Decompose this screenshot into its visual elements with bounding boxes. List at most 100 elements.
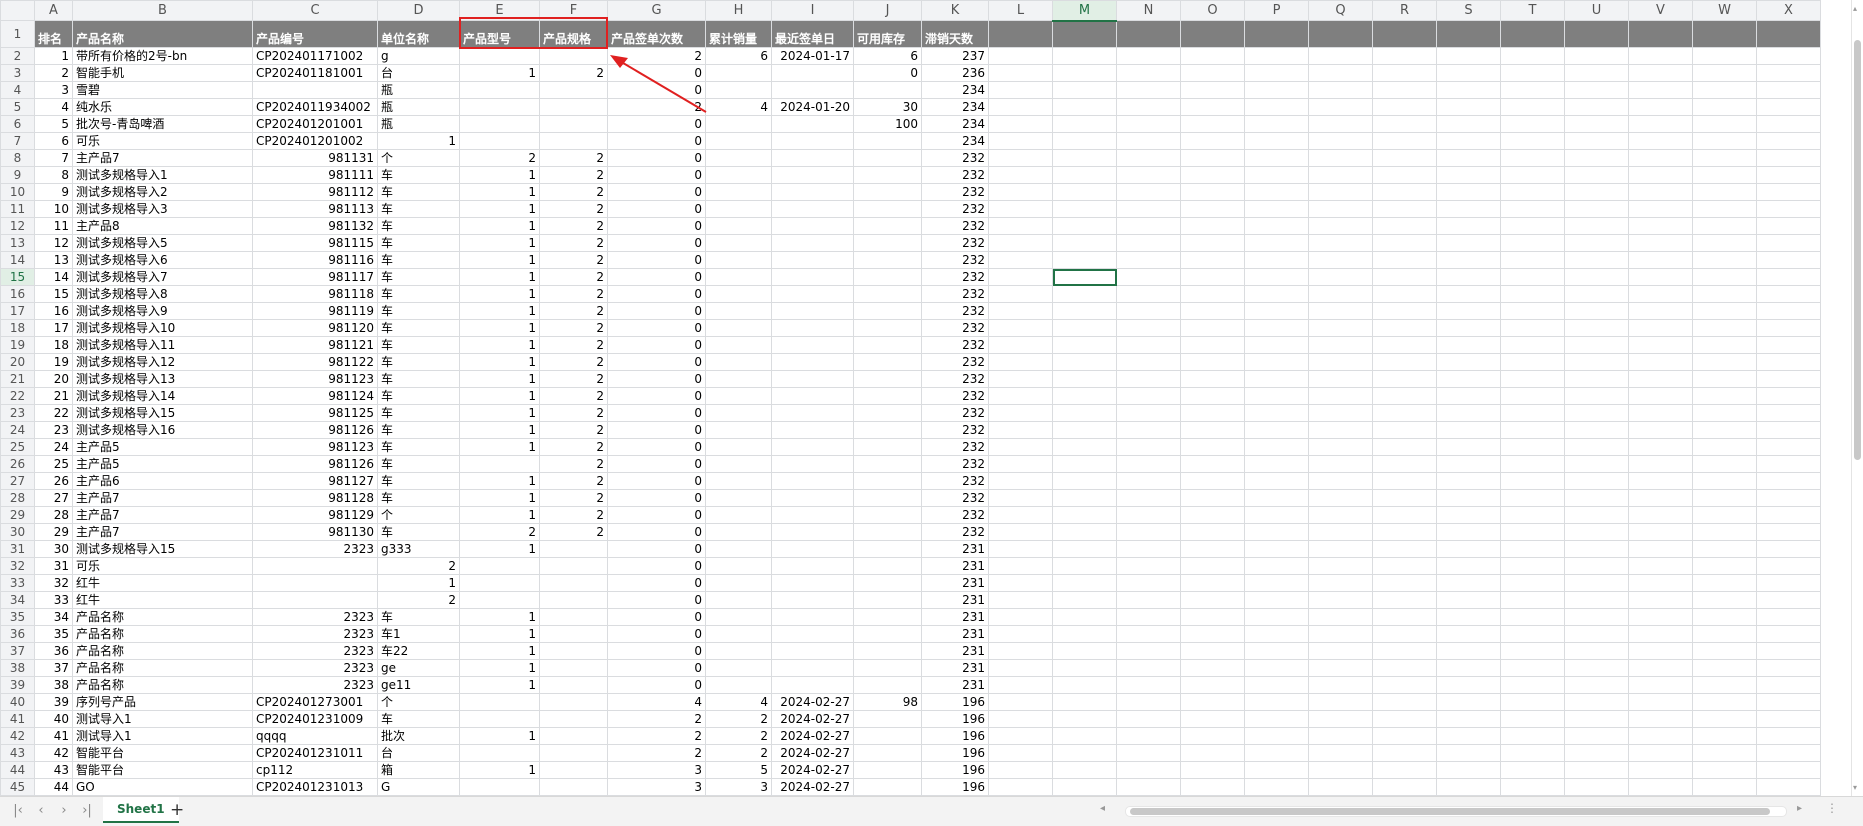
table-cell[interactable] xyxy=(1756,336,1821,354)
table-cell[interactable]: 232 xyxy=(921,455,989,473)
table-cell[interactable] xyxy=(705,319,772,337)
table-cell[interactable]: 31 xyxy=(34,557,73,575)
table-cell[interactable]: 981119 xyxy=(252,302,378,320)
table-cell[interactable] xyxy=(988,64,1053,82)
table-cell[interactable] xyxy=(1052,523,1117,541)
table-cell[interactable] xyxy=(1052,676,1117,694)
table-cell[interactable]: 1 xyxy=(459,200,540,218)
table-cell[interactable]: 236 xyxy=(921,64,989,82)
table-cell[interactable]: 0 xyxy=(607,489,706,507)
table-cell[interactable] xyxy=(1628,319,1693,337)
table-cell[interactable]: 2 xyxy=(539,438,608,456)
table-cell[interactable]: 产品名称 xyxy=(72,642,253,660)
table-cell[interactable]: 237 xyxy=(921,47,989,65)
row-header[interactable]: 33 xyxy=(0,574,35,592)
table-cell[interactable] xyxy=(1756,625,1821,643)
table-cell[interactable] xyxy=(1564,574,1629,592)
table-cell[interactable] xyxy=(1244,166,1309,184)
table-cell[interactable] xyxy=(1116,608,1181,626)
table-cell[interactable]: 2 xyxy=(459,149,540,167)
table-cell[interactable] xyxy=(1244,727,1309,745)
table-cell[interactable]: 231 xyxy=(921,608,989,626)
table-cell[interactable] xyxy=(705,676,772,694)
column-header-m[interactable]: M xyxy=(1052,0,1117,22)
table-cell[interactable]: G xyxy=(377,778,460,796)
table-cell[interactable] xyxy=(1052,438,1117,456)
table-cell[interactable]: 测试多规格导入10 xyxy=(72,319,253,337)
table-cell[interactable] xyxy=(988,591,1053,609)
table-cell[interactable] xyxy=(1436,81,1501,99)
table-cell[interactable] xyxy=(1308,574,1373,592)
table-cell[interactable]: 0 xyxy=(607,149,706,167)
table-cell[interactable] xyxy=(1436,506,1501,524)
table-cell[interactable] xyxy=(988,727,1053,745)
table-cell[interactable]: 232 xyxy=(921,472,989,490)
table-cell[interactable]: 231 xyxy=(921,557,989,575)
table-cell[interactable] xyxy=(1500,98,1565,116)
table-cell[interactable] xyxy=(1500,421,1565,439)
table-cell[interactable] xyxy=(1692,336,1757,354)
table-cell[interactable] xyxy=(1372,676,1437,694)
table-cell[interactable]: 1 xyxy=(459,64,540,82)
table-cell[interactable]: 981131 xyxy=(252,149,378,167)
table-cell[interactable] xyxy=(853,659,922,677)
column-header-u[interactable]: U xyxy=(1564,0,1629,21)
table-cell[interactable] xyxy=(1244,64,1309,82)
table-cell[interactable]: 0 xyxy=(607,557,706,575)
table-cell[interactable]: 43 xyxy=(34,761,73,779)
table-cell[interactable] xyxy=(1372,115,1437,133)
table-cell[interactable] xyxy=(1180,642,1245,660)
table-cell[interactable] xyxy=(1436,625,1501,643)
table-cell[interactable] xyxy=(459,591,540,609)
table-cell[interactable]: 主产品7 xyxy=(72,489,253,507)
table-cell[interactable] xyxy=(1372,268,1437,286)
table-cell[interactable] xyxy=(1180,98,1245,116)
table-cell[interactable] xyxy=(853,217,922,235)
table-cell[interactable] xyxy=(252,591,378,609)
table-cell[interactable] xyxy=(1308,557,1373,575)
table-cell[interactable] xyxy=(1628,778,1693,796)
table-cell[interactable] xyxy=(853,200,922,218)
table-cell[interactable]: 车 xyxy=(377,251,460,269)
table-cell[interactable]: 232 xyxy=(921,353,989,371)
table-cell[interactable]: 12 xyxy=(34,234,73,252)
table-cell[interactable] xyxy=(1052,98,1117,116)
table-cell[interactable] xyxy=(771,608,854,626)
table-cell[interactable]: 2323 xyxy=(252,659,378,677)
table-cell[interactable] xyxy=(1372,336,1437,354)
prev-sheet-icon[interactable]: ‹ xyxy=(33,803,49,818)
table-cell[interactable] xyxy=(853,319,922,337)
table-cell[interactable]: 产品名称 xyxy=(72,608,253,626)
table-cell[interactable] xyxy=(1052,591,1117,609)
table-cell[interactable] xyxy=(1692,523,1757,541)
table-cell[interactable]: 2 xyxy=(539,268,608,286)
table-cell[interactable] xyxy=(1756,727,1821,745)
table-cell[interactable] xyxy=(1180,455,1245,473)
table-cell[interactable] xyxy=(1308,710,1373,728)
table-cell[interactable] xyxy=(1628,268,1693,286)
table-cell[interactable] xyxy=(1436,727,1501,745)
table-cell[interactable] xyxy=(252,574,378,592)
table-cell[interactable]: 232 xyxy=(921,166,989,184)
table-cell[interactable] xyxy=(459,98,540,116)
table-cell[interactable] xyxy=(1180,268,1245,286)
table-cell[interactable]: CP202401201002 xyxy=(252,132,378,150)
table-header-cell[interactable]: 排名 xyxy=(34,20,73,48)
table-cell[interactable] xyxy=(1500,489,1565,507)
table-cell[interactable]: 19 xyxy=(34,353,73,371)
table-cell[interactable] xyxy=(459,693,540,711)
table-cell[interactable]: 2 xyxy=(539,336,608,354)
table-cell[interactable] xyxy=(1180,574,1245,592)
table-cell[interactable]: 981121 xyxy=(252,336,378,354)
table-cell[interactable] xyxy=(1372,302,1437,320)
table-cell[interactable]: 34 xyxy=(34,608,73,626)
table-cell[interactable] xyxy=(1052,115,1117,133)
table-cell[interactable] xyxy=(252,81,378,99)
table-cell[interactable] xyxy=(1180,676,1245,694)
table-cell[interactable] xyxy=(988,421,1053,439)
table-cell[interactable]: 0 xyxy=(607,387,706,405)
scroll-up-icon[interactable]: ▴ xyxy=(1853,4,1857,13)
table-cell[interactable] xyxy=(1052,778,1117,796)
table-cell[interactable] xyxy=(1180,438,1245,456)
row-header[interactable]: 19 xyxy=(0,336,35,354)
